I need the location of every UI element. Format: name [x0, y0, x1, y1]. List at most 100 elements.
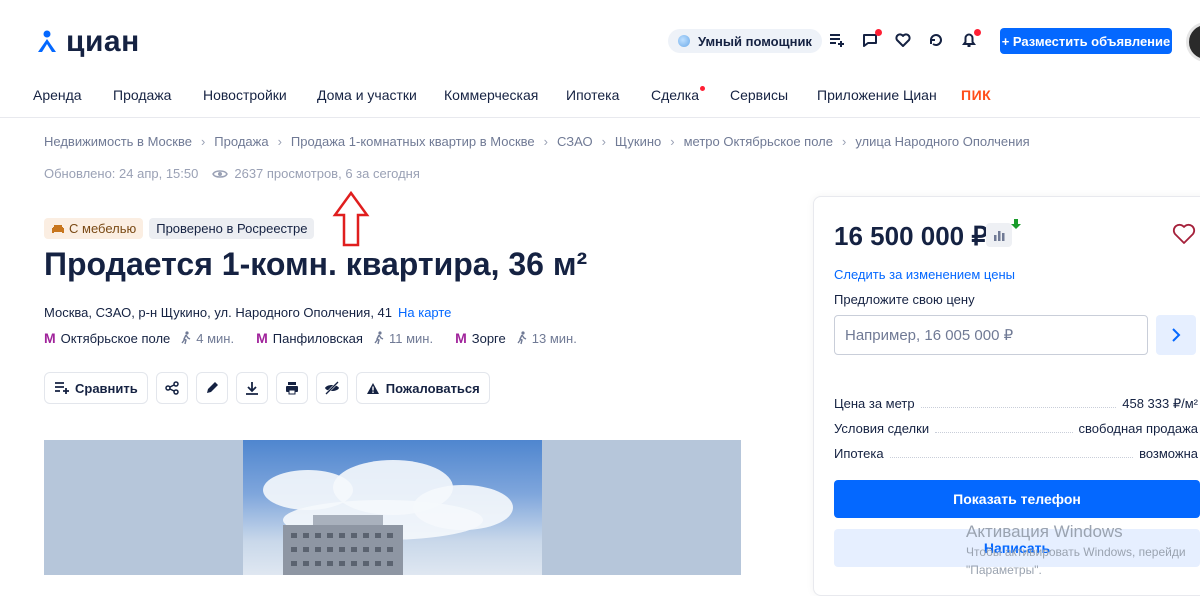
metro-walk-time: 4 мин.	[196, 330, 235, 346]
map-link[interactable]: На карте	[398, 305, 451, 320]
offer-submit-button[interactable]	[1156, 315, 1196, 355]
smart-assistant-button[interactable]: Умный помощник	[668, 29, 822, 53]
nav-item-new-buildings[interactable]: Новостройки	[203, 87, 287, 103]
breadcrumb: Недвижимость в Москве › Продажа › Продажа 1-…	[44, 134, 1030, 149]
offer-price-input[interactable]: Например, 16 005 000 ₽	[834, 315, 1148, 355]
deal-terms-row: Условия сделки свободная продажа	[834, 421, 1198, 436]
complain-button[interactable]: Пожаловаться	[355, 372, 490, 404]
compare-icon	[55, 382, 69, 394]
pencil-icon	[206, 382, 218, 393]
views-count: 2637 просмотров, 6 за сегодня	[234, 166, 420, 181]
nav-item-pik[interactable]: ПИК	[961, 87, 991, 103]
notifications-bell-icon[interactable]	[960, 29, 981, 49]
breadcrumb-item[interactable]: метро Октябрьское поле	[684, 134, 833, 149]
metro-icon: M	[44, 330, 56, 346]
logo-text: циан	[66, 25, 140, 58]
complain-label: Пожаловаться	[385, 380, 480, 396]
breadcrumb-item[interactable]: Щукино	[615, 134, 661, 149]
edit-note-button[interactable]	[195, 372, 228, 404]
walking-icon	[374, 331, 384, 345]
row-value: 458 333 ₽/м²	[1122, 396, 1198, 411]
metro-station[interactable]: Октябрьское поле	[61, 331, 171, 346]
windows-activation-line: Чтобы активировать Windows, перейди	[966, 545, 1186, 559]
chevron-right-icon	[1172, 328, 1181, 342]
breadcrumb-item[interactable]: улица Народного Ополчения	[855, 134, 1029, 149]
row-value: возможна	[1139, 446, 1198, 461]
chat-icon[interactable]	[861, 29, 882, 49]
show-phone-button[interactable]: Показать телефон	[834, 480, 1200, 518]
walking-icon	[517, 331, 527, 345]
header: циан Умный помощник + Разместить объявле…	[0, 0, 1200, 78]
download-button[interactable]	[235, 372, 268, 404]
assistant-icon	[678, 35, 690, 47]
row-label: Цена за метр	[834, 396, 915, 411]
breadcrumb-item[interactable]: Продажа 1-комнатных квартир в Москве	[291, 134, 535, 149]
price-down-icon	[1011, 219, 1021, 229]
hide-listing-button[interactable]	[315, 372, 348, 404]
place-ad-button[interactable]: + Разместить объявление	[1000, 28, 1172, 54]
print-button[interactable]	[275, 372, 308, 404]
furniture-badge: С мебелью	[44, 218, 144, 239]
cian-logo[interactable]: циан	[34, 25, 140, 59]
metro-walk-time: 13 мин.	[531, 330, 577, 346]
favorites-icon[interactable]	[894, 31, 912, 49]
windows-activation-title: Активация Windows	[966, 522, 1123, 541]
compare-label: Сравнить	[75, 380, 138, 396]
listing-actions: Сравнить Пожаловаться	[44, 372, 490, 404]
offer-price-label: Предложите свою цену	[834, 292, 975, 307]
nav-item-deal-label: Сделка	[651, 87, 699, 103]
header-icons	[828, 29, 981, 49]
assistant-label: Умный помощник	[698, 33, 812, 49]
saved-search-icon[interactable]	[927, 31, 945, 49]
nav-item-services[interactable]: Сервисы	[730, 87, 788, 103]
address-text: Москва, СЗАО, р-н Щукино, ул. Народного …	[44, 305, 392, 320]
row-value: свободная продажа	[1078, 421, 1198, 436]
listing-meta: Обновлено: 24 апр, 15:50 2637 просмотров…	[44, 166, 420, 181]
red-arrow-annotation	[332, 190, 370, 247]
warning-icon	[366, 382, 379, 394]
metro-station[interactable]: Панфиловская	[273, 331, 363, 346]
cian-logo-icon	[38, 30, 56, 52]
listing-main-photo[interactable]	[243, 440, 542, 575]
metro-station[interactable]: Зорге	[472, 331, 506, 346]
share-icon	[165, 381, 179, 395]
hide-eye-icon	[324, 381, 339, 395]
share-button[interactable]	[155, 372, 188, 404]
verified-badge: Проверено в Росреестре	[149, 218, 315, 239]
updated-date: Обновлено: 24 апр, 15:50	[44, 166, 199, 181]
metro-walk-time: 11 мин.	[388, 330, 434, 346]
deal-new-dot	[700, 86, 705, 91]
nav-item-app[interactable]: Приложение Циан	[817, 87, 937, 103]
sofa-icon	[52, 224, 64, 233]
walking-icon	[181, 331, 191, 345]
bell-notification-dot	[974, 29, 981, 36]
chat-notification-dot	[875, 29, 882, 36]
nav-item-mortgage[interactable]: Ипотека	[566, 87, 619, 103]
bar-chart-icon	[994, 231, 1005, 241]
listing-price: 16 500 000 ₽	[834, 221, 988, 251]
favorite-heart-icon[interactable]	[1172, 223, 1196, 245]
price-per-meter-row: Цена за метр 458 333 ₽/м²	[834, 396, 1198, 412]
page-title: Продается 1-комн. квартира, 36 м²	[44, 246, 588, 282]
main-nav: Аренда Продажа Новостройки Дома и участк…	[0, 78, 1200, 118]
price-history-button[interactable]	[986, 223, 1012, 247]
listing-photo-gallery[interactable]	[44, 440, 741, 575]
follow-price-link[interactable]: Следить за изменением цены	[834, 267, 1015, 282]
row-label: Ипотека	[834, 446, 884, 461]
breadcrumb-item[interactable]: Продажа	[214, 134, 268, 149]
compare-list-icon[interactable]	[828, 31, 846, 49]
nav-item-houses[interactable]: Дома и участки	[317, 87, 417, 103]
avatar[interactable]	[1186, 22, 1200, 62]
nav-item-deal[interactable]: Сделка	[651, 86, 705, 103]
breadcrumb-item[interactable]: СЗАО	[557, 134, 593, 149]
mortgage-row: Ипотека возможна	[834, 446, 1198, 461]
compare-button[interactable]: Сравнить	[44, 372, 148, 404]
furniture-badge-label: С мебелью	[69, 221, 137, 236]
download-icon	[245, 382, 258, 395]
listing-badges: С мебелью Проверено в Росреестре	[44, 218, 315, 239]
breadcrumb-item[interactable]: Недвижимость в Москве	[44, 134, 192, 149]
nav-item-rent[interactable]: Аренда	[33, 87, 82, 103]
nav-item-sale[interactable]: Продажа	[113, 87, 171, 103]
printer-icon	[285, 382, 298, 395]
nav-item-commercial[interactable]: Коммерческая	[444, 87, 538, 103]
